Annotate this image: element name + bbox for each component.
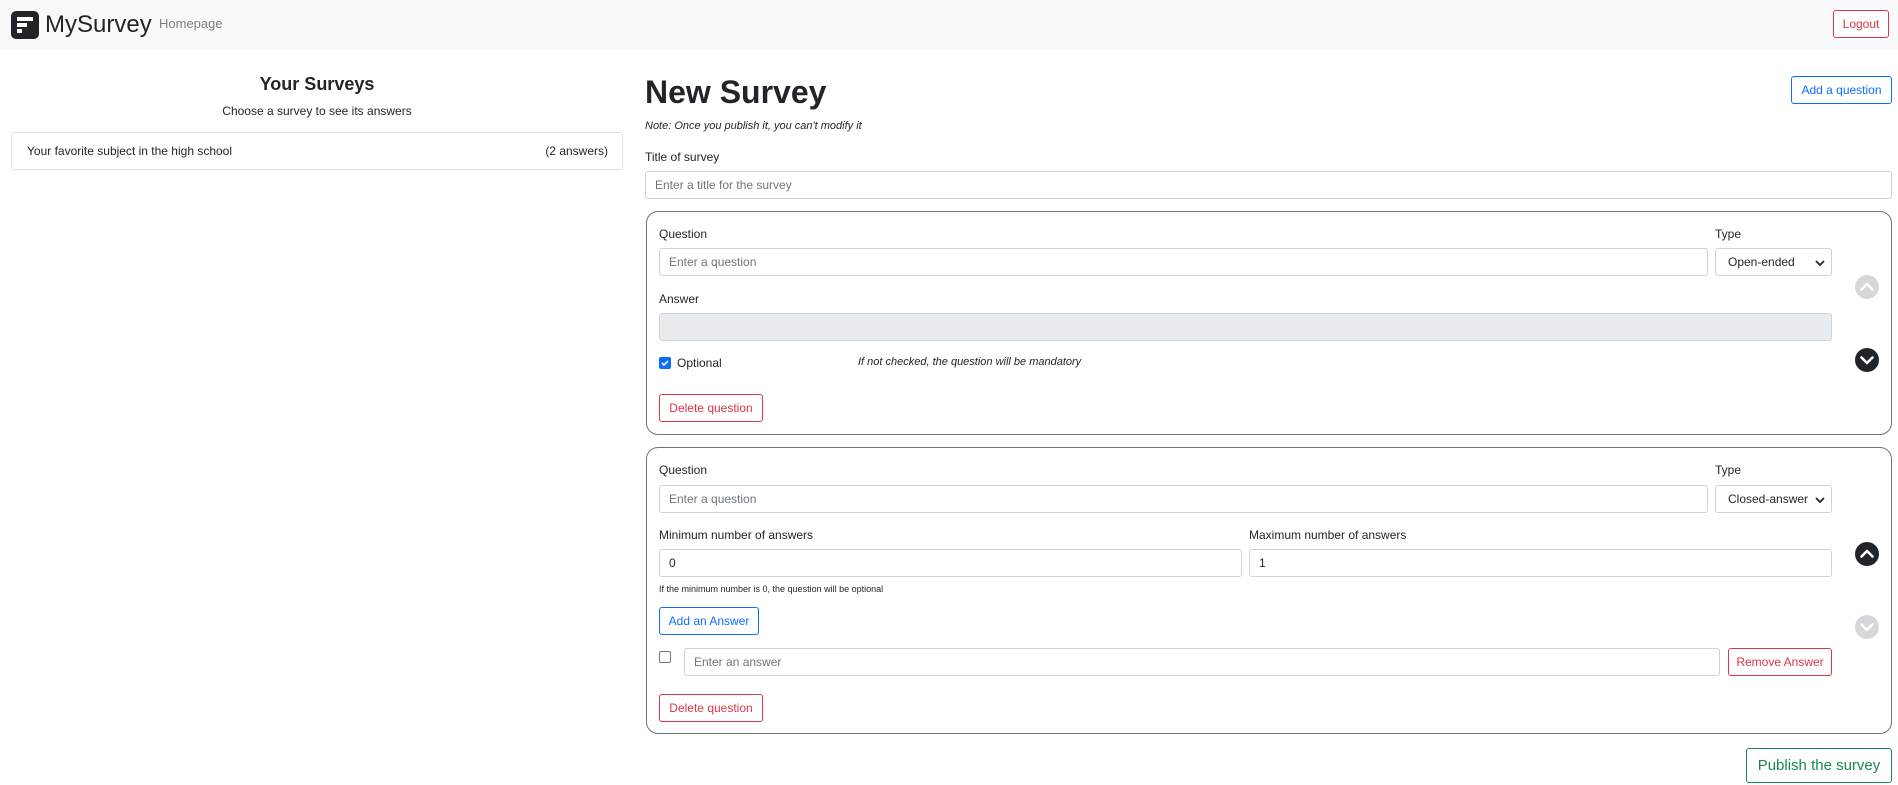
logout-button[interactable]: Logout xyxy=(1833,10,1889,38)
check-icon xyxy=(661,360,669,367)
mandatory-hint: If not checked, the question will be man… xyxy=(858,356,1082,368)
arrow-down-circle-icon[interactable] xyxy=(1855,348,1879,372)
question-label: Question xyxy=(659,463,708,477)
add-question-button[interactable]: Add a question xyxy=(1791,76,1892,104)
delete-question-button[interactable]: Delete question xyxy=(659,394,763,422)
optional-label: Optional xyxy=(677,356,722,370)
max-answers-label: Maximum number of answers xyxy=(1249,528,1407,542)
type-label: Type xyxy=(1715,227,1742,241)
answer-label: Answer xyxy=(659,292,700,306)
add-answer-button[interactable]: Add an Answer xyxy=(659,607,759,635)
navbar: MySurvey Homepage Logout xyxy=(0,0,1898,50)
homepage-link[interactable]: Homepage xyxy=(159,16,223,31)
page-title: New Survey xyxy=(645,74,827,110)
min-answers-hint: If the minimum number is 0, the question… xyxy=(659,584,884,594)
remove-answer-button[interactable]: Remove Answer xyxy=(1728,648,1832,676)
type-select[interactable]: Closed-answer xyxy=(1715,485,1832,513)
delete-question-button[interactable]: Delete question xyxy=(659,694,763,722)
type-select-value: Closed-answer xyxy=(1728,492,1809,506)
brand-name: MySurvey xyxy=(45,11,152,38)
type-select[interactable]: Open-ended xyxy=(1715,248,1832,276)
arrow-down-circle-icon[interactable] xyxy=(1855,615,1879,639)
type-select-value: Open-ended xyxy=(1728,255,1795,269)
question-input[interactable]: Enter a question xyxy=(659,485,1708,513)
arrow-up-circle-icon[interactable] xyxy=(1855,275,1879,299)
survey-name: Your favorite subject in the high school xyxy=(27,144,233,158)
survey-answer-count: (2 answers) xyxy=(545,144,608,158)
survey-list-item[interactable]: Your favorite subject in the high school… xyxy=(11,132,623,170)
brand[interactable]: MySurvey xyxy=(11,8,152,42)
brand-logo-icon xyxy=(11,11,39,39)
answer-field-disabled xyxy=(659,313,1832,341)
min-answers-input[interactable]: 0 xyxy=(659,549,1242,577)
publish-note: Note: Once you publish it, you can't mod… xyxy=(645,120,862,132)
answer-checkbox[interactable] xyxy=(659,651,671,663)
chevron-down-icon xyxy=(1815,497,1825,504)
answer-input[interactable]: Enter an answer xyxy=(684,648,1720,676)
type-label: Type xyxy=(1715,463,1742,477)
survey-title-label: Title of survey xyxy=(645,150,720,164)
question-input[interactable]: Enter a question xyxy=(659,248,1708,276)
surveys-subtitle: Choose a survey to see its answers xyxy=(222,104,412,118)
arrow-up-circle-icon[interactable] xyxy=(1855,542,1879,566)
survey-title-input[interactable]: Enter a title for the survey xyxy=(645,171,1892,199)
optional-checkbox[interactable] xyxy=(659,357,671,369)
publish-survey-button[interactable]: Publish the survey xyxy=(1746,748,1892,783)
min-answers-label: Minimum number of answers xyxy=(659,528,814,542)
surveys-title: Your Surveys xyxy=(259,74,375,94)
chevron-down-icon xyxy=(1815,260,1825,267)
question-label: Question xyxy=(659,227,708,241)
max-answers-input[interactable]: 1 xyxy=(1249,549,1832,577)
